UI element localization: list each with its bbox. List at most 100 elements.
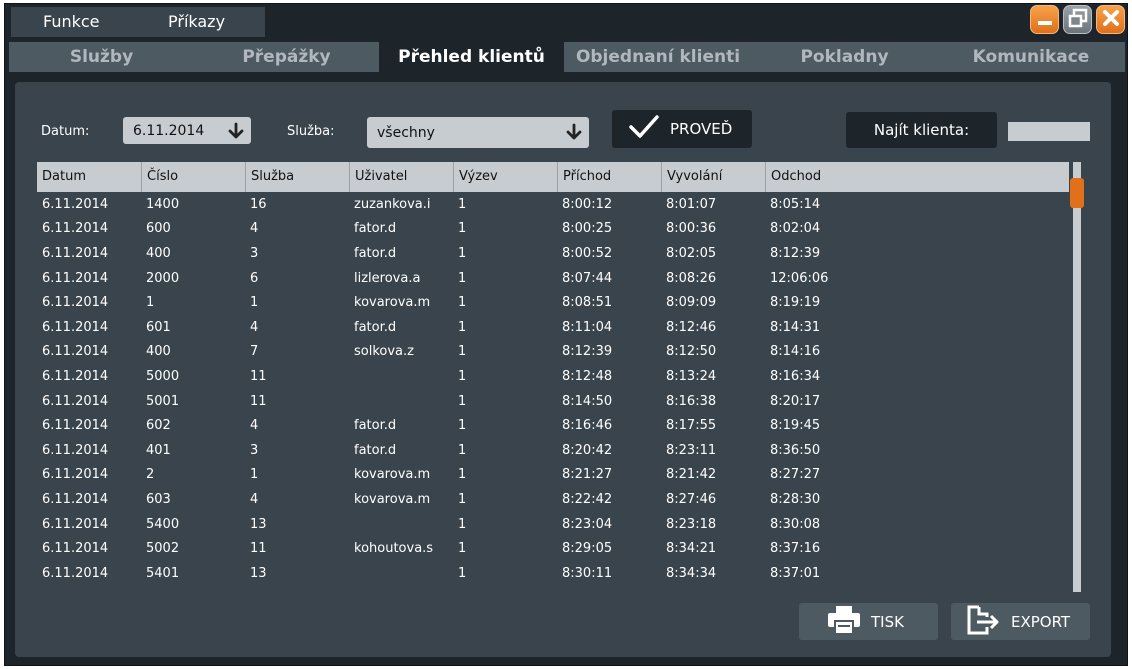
find-client-label: Najít klienta: bbox=[846, 112, 997, 148]
table-cell: 8:00:36 bbox=[666, 221, 717, 237]
table-cell: 8:12:48 bbox=[562, 368, 613, 384]
table-row[interactable]: 6.11.2014 600 4 fator.d 1 8:00:25 8:00:36 8:02:… bbox=[37, 217, 1069, 242]
column-header[interactable]: Uživatel bbox=[349, 162, 453, 192]
table-cell: fator.d bbox=[354, 418, 397, 434]
table-row[interactable]: 6.11.2014 602 4 fator.d 1 8:16:46 8:17:55 8:19:… bbox=[37, 413, 1069, 438]
table-cell: 11 bbox=[250, 393, 267, 409]
table-cell: 8:16:46 bbox=[562, 418, 613, 434]
table-cell: 8:21:42 bbox=[666, 467, 717, 483]
table-cell: 6.11.2014 bbox=[42, 344, 109, 360]
export-label: EXPORT bbox=[1011, 612, 1071, 631]
table-cell: 1 bbox=[458, 442, 467, 458]
clients-table: Datum Číslo Služba Uživatel Výzev Přícho… bbox=[37, 162, 1085, 592]
table-cell: 8:14:31 bbox=[770, 319, 821, 335]
arrow-down-icon bbox=[227, 122, 245, 144]
scroll-track[interactable] bbox=[1073, 162, 1081, 592]
table-cell: 6.11.2014 bbox=[42, 565, 109, 581]
menu-item-prikazy[interactable]: Příkazy bbox=[138, 7, 265, 37]
table-cell: 400 bbox=[146, 245, 171, 261]
table-cell: 8:05:14 bbox=[770, 196, 821, 212]
menu-bar: Funkce Příkazy bbox=[11, 7, 265, 37]
minimize-button[interactable] bbox=[1030, 5, 1059, 34]
table-row[interactable]: 6.11.2014 5001 11 1 8:14:50 8:16:38 8:20:17 bbox=[37, 389, 1069, 414]
table-row[interactable]: 6.11.2014 5000 11 1 8:12:48 8:13:24 8:16:34 bbox=[37, 364, 1069, 389]
table-cell: 13 bbox=[250, 516, 267, 532]
table-cell: 1 bbox=[250, 467, 259, 483]
table-cell: 8:00:12 bbox=[562, 196, 613, 212]
service-label: Služba: bbox=[287, 124, 335, 139]
export-icon bbox=[965, 604, 1001, 640]
date-picker[interactable]: 6.11.2014 bbox=[123, 117, 251, 144]
table-cell: 8:34:21 bbox=[666, 541, 717, 557]
run-button[interactable]: PROVEĎ bbox=[612, 110, 752, 148]
table-row[interactable]: 6.11.2014 2 1 kovarova.m 1 8:21:27 8:21:42 8:27… bbox=[37, 463, 1069, 488]
table-row[interactable]: 6.11.2014 5401 13 1 8:30:11 8:34:34 8:37:01 bbox=[37, 561, 1069, 586]
vertical-scrollbar[interactable] bbox=[1070, 162, 1084, 592]
column-header[interactable]: Odchod bbox=[765, 162, 1069, 192]
table-row[interactable]: 6.11.2014 5002 11 kohoutova.s 1 8:29:05 8:34:2… bbox=[37, 536, 1069, 561]
table-cell: 6.11.2014 bbox=[42, 245, 109, 261]
table-cell: 602 bbox=[146, 418, 171, 434]
table-row[interactable]: 6.11.2014 1400 16 zuzankova.i 1 8:00:12 8:01:0… bbox=[37, 192, 1069, 217]
table-cell: fator.d bbox=[354, 319, 397, 335]
table-row[interactable]: 6.11.2014 603 4 kovarova.m 1 8:22:42 8:27:46 8:… bbox=[37, 487, 1069, 512]
table-cell: 1 bbox=[458, 467, 467, 483]
column-header[interactable]: Číslo bbox=[141, 162, 245, 192]
table-row[interactable]: 6.11.2014 2000 6 lizlerova.a 1 8:07:44 8:08:26… bbox=[37, 266, 1069, 291]
table-cell: 6.11.2014 bbox=[42, 516, 109, 532]
close-icon bbox=[1102, 9, 1120, 31]
column-header[interactable]: Služba bbox=[245, 162, 349, 192]
print-button[interactable]: TISK bbox=[799, 603, 938, 640]
tab-prehled-klientu[interactable]: Přehled klientů bbox=[379, 42, 564, 72]
tab-komunikace[interactable]: Komunikace bbox=[937, 42, 1125, 72]
close-button[interactable] bbox=[1096, 5, 1125, 34]
table-cell: 6.11.2014 bbox=[42, 295, 109, 311]
table-row[interactable]: 6.11.2014 400 3 fator.d 1 8:00:52 8:02:05 8:12:… bbox=[37, 241, 1069, 266]
table-cell: 3 bbox=[250, 245, 259, 261]
table-cell: kohoutova.s bbox=[354, 541, 434, 557]
table-row[interactable]: 6.11.2014 1 1 kovarova.m 1 8:08:51 8:09:09 8:19… bbox=[37, 290, 1069, 315]
menu-item-funkce[interactable]: Funkce bbox=[11, 7, 138, 37]
column-header[interactable]: Vyvolání bbox=[661, 162, 765, 192]
table-cell: 8:29:05 bbox=[562, 541, 613, 557]
service-select[interactable]: všechny bbox=[367, 117, 589, 148]
column-header[interactable]: Výzev bbox=[453, 162, 557, 192]
find-client-input[interactable] bbox=[1008, 122, 1090, 141]
print-label: TISK bbox=[871, 612, 904, 631]
table-cell: 603 bbox=[146, 491, 171, 507]
table-cell: 1 bbox=[458, 393, 467, 409]
scroll-thumb[interactable] bbox=[1070, 178, 1084, 208]
table-cell: 5401 bbox=[146, 565, 180, 581]
tab-pokladny[interactable]: Pokladny bbox=[752, 42, 937, 72]
table-row[interactable]: 6.11.2014 400 7 solkova.z 1 8:12:39 8:12:50 8:1… bbox=[37, 340, 1069, 365]
column-header[interactable]: Příchod bbox=[557, 162, 661, 192]
table-cell: 600 bbox=[146, 221, 171, 237]
tab-sluzby[interactable]: Služby bbox=[9, 42, 194, 72]
column-header[interactable]: Datum bbox=[37, 162, 141, 192]
table-cell: 5400 bbox=[146, 516, 180, 532]
table-cell: 8:14:16 bbox=[770, 344, 821, 360]
table-cell: 6.11.2014 bbox=[42, 319, 109, 335]
restore-button[interactable] bbox=[1063, 5, 1092, 34]
table-row[interactable]: 6.11.2014 401 3 fator.d 1 8:20:42 8:23:11 8:36:… bbox=[37, 438, 1069, 463]
table-cell: 8:09:09 bbox=[666, 295, 717, 311]
table-cell: 401 bbox=[146, 442, 171, 458]
table-row[interactable]: 6.11.2014 601 4 fator.d 1 8:11:04 8:12:46 8:14:… bbox=[37, 315, 1069, 340]
tab-objednani-klienti[interactable]: Objednaní klienti bbox=[564, 42, 752, 72]
table-cell: 6.11.2014 bbox=[42, 442, 109, 458]
table-cell: 1 bbox=[458, 196, 467, 212]
table-cell: 11 bbox=[250, 368, 267, 384]
table-cell: 8:01:07 bbox=[666, 196, 717, 212]
table-cell: 5000 bbox=[146, 368, 180, 384]
table-cell: 8:34:34 bbox=[666, 565, 717, 581]
table-cell: 8:12:50 bbox=[666, 344, 717, 360]
table-cell: 8:27:46 bbox=[666, 491, 717, 507]
table-cell: 4 bbox=[250, 319, 259, 335]
table-cell: 6.11.2014 bbox=[42, 541, 109, 557]
client-overview-panel: Datum: 6.11.2014 Služba: všechny PROVEĎ … bbox=[15, 82, 1111, 657]
table-row[interactable]: 6.11.2014 5400 13 1 8:23:04 8:23:18 8:30:08 bbox=[37, 512, 1069, 537]
service-value: všechny bbox=[377, 124, 435, 141]
table-cell: 8:21:27 bbox=[562, 467, 613, 483]
export-button[interactable]: EXPORT bbox=[951, 603, 1090, 640]
tab-prepazky[interactable]: Přepážky bbox=[194, 42, 379, 72]
